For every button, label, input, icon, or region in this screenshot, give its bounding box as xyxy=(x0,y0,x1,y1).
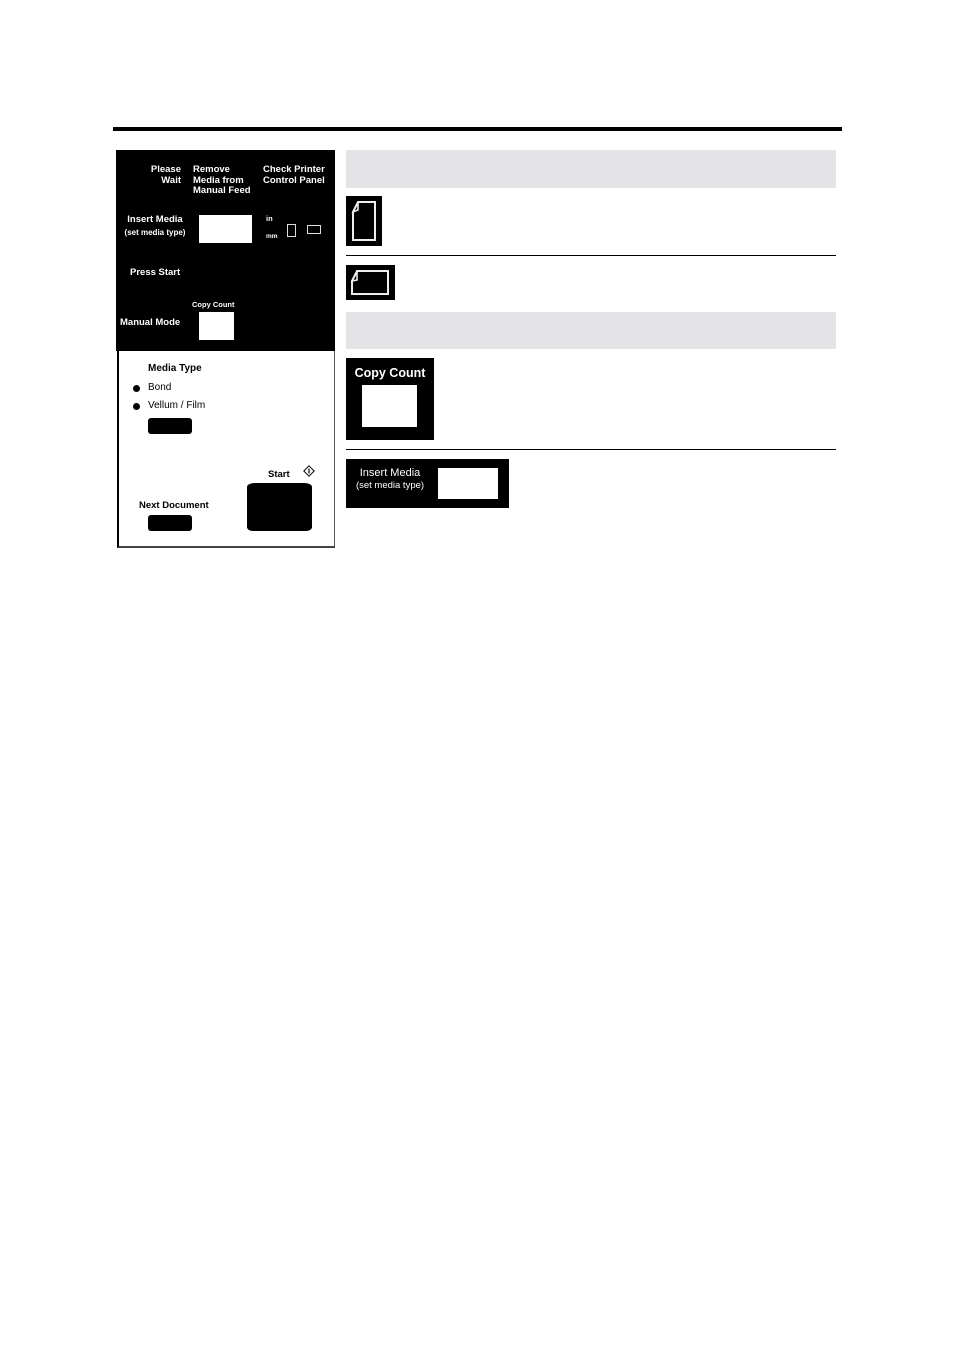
vellum-film-indicator-icon xyxy=(133,403,140,410)
copy-count-display xyxy=(199,312,234,340)
start-button[interactable] xyxy=(247,483,312,531)
bond-indicator-icon xyxy=(133,385,140,392)
check-printer-line-2: Control Panel xyxy=(263,174,325,186)
start-label: Start xyxy=(268,469,290,480)
copy-count-legend: Copy Count xyxy=(346,358,434,440)
check-printer-line-1: Check Printer xyxy=(263,164,325,175)
insert-media-line-2: (set media type) xyxy=(124,227,186,237)
landscape-orientation-icon xyxy=(307,225,321,234)
divider-2 xyxy=(346,449,836,450)
panel-button-area: Media Type Bond Vellum / Film Start Next… xyxy=(117,351,335,548)
portrait-media-glyph xyxy=(351,201,376,241)
media-type-title: Media Type xyxy=(148,363,202,374)
remove-media-label: Remove Media from Manual Feed xyxy=(193,164,251,197)
insert-media-legend-display xyxy=(438,468,498,499)
insert-media-legend-label: Insert Media (set media type) xyxy=(348,467,432,492)
start-diamond-icon xyxy=(303,465,315,477)
portrait-media-icon xyxy=(346,196,382,246)
unit-mm-label: mm xyxy=(266,233,278,240)
media-type-button[interactable] xyxy=(148,418,192,434)
please-wait-line-2: Wait xyxy=(161,174,181,186)
insert-media-line-1: Insert Media xyxy=(127,214,183,225)
copy-count-label: Copy Count xyxy=(192,300,235,309)
media-option-vellum-film: Vellum / Film xyxy=(148,400,206,411)
please-wait-line-1: Please xyxy=(150,164,181,175)
press-start-label: Press Start xyxy=(130,267,181,278)
please-wait-label: Please Wait xyxy=(146,164,181,186)
copy-count-legend-display xyxy=(362,385,417,427)
control-panel: Please Wait Remove Media from Manual Fee… xyxy=(116,150,335,548)
remove-media-line-3: Manual Feed xyxy=(193,185,251,196)
landscape-media-icon xyxy=(346,265,395,300)
insert-media-label: Insert Media (set media type) xyxy=(119,214,191,237)
next-document-button[interactable] xyxy=(148,515,192,531)
insert-media-legend-line-1: Insert Media xyxy=(359,467,421,479)
section-header-bar-2 xyxy=(346,312,836,349)
portrait-orientation-icon xyxy=(287,224,296,237)
copy-count-legend-label: Copy Count xyxy=(354,366,426,380)
media-size-display xyxy=(199,215,252,243)
landscape-media-glyph xyxy=(350,270,389,295)
section-header-bar-1 xyxy=(346,150,836,188)
next-document-label: Next Document xyxy=(139,500,209,511)
unit-in-label: in xyxy=(266,214,273,223)
divider-1 xyxy=(346,255,836,256)
check-printer-label: Check Printer Control Panel xyxy=(263,164,325,186)
header-rule xyxy=(113,127,842,131)
manual-mode-label: Manual Mode xyxy=(120,317,181,328)
media-option-bond: Bond xyxy=(148,382,172,393)
panel-display-area: Please Wait Remove Media from Manual Fee… xyxy=(116,150,335,351)
insert-media-legend: Insert Media (set media type) xyxy=(346,459,509,508)
insert-media-legend-line-2: (set media type) xyxy=(355,480,425,491)
remove-media-line-1: Remove xyxy=(193,164,230,175)
